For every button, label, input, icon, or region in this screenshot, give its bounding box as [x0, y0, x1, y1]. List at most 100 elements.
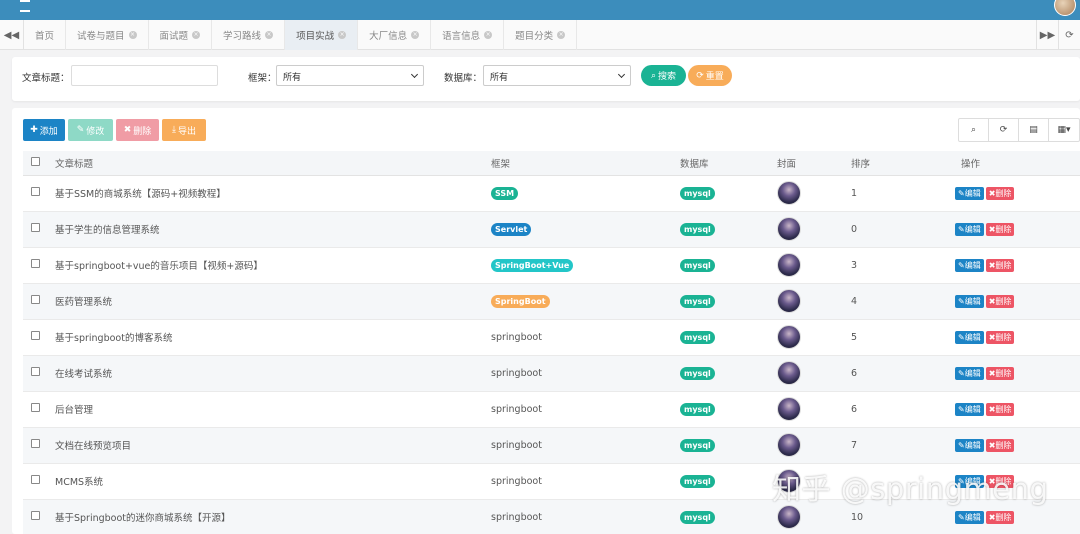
tab-scroll-right-icon[interactable]: ▶▶	[1036, 20, 1058, 50]
column-header-order[interactable]: 排序	[851, 151, 955, 176]
column-header-framework[interactable]: 框架	[491, 151, 680, 176]
row-checkbox[interactable]	[31, 295, 40, 304]
table-row[interactable]: 医药管理系统 SpringBoot mysql 4 ✎编辑 ✖删除	[23, 283, 1080, 319]
row-delete-button[interactable]: ✖删除	[985, 294, 1015, 308]
row-checkbox[interactable]	[31, 259, 40, 268]
row-order: 6	[851, 367, 858, 379]
cover-image[interactable]	[777, 325, 801, 349]
row-checkbox[interactable]	[31, 403, 40, 412]
row-checkbox[interactable]	[31, 187, 40, 196]
close-tab-icon[interactable]: ×	[265, 31, 274, 39]
row-edit-button[interactable]: ✎编辑	[955, 258, 984, 272]
column-header-database[interactable]: 数据库	[680, 151, 777, 176]
table-row[interactable]: 基于SSM的商城系统【源码+视频教程】 SSM mysql 1 ✎编辑 ✖删除	[23, 175, 1080, 211]
title-filter-input[interactable]	[71, 65, 218, 86]
close-tab-icon[interactable]: ×	[411, 31, 420, 39]
columns-icon[interactable]: ▦▾	[1049, 119, 1079, 141]
edit-icon: ✎	[958, 368, 965, 378]
row-checkbox[interactable]	[31, 475, 40, 484]
cover-image[interactable]	[777, 433, 801, 457]
tab-item[interactable]: 题目分类 ×	[504, 20, 578, 50]
edit-button[interactable]: ✎ 修改	[68, 119, 113, 141]
row-delete-button[interactable]: ✖删除	[985, 366, 1015, 380]
row-checkbox[interactable]	[31, 223, 40, 232]
toggle-view-icon[interactable]: ▤	[1019, 119, 1049, 141]
tab-item[interactable]: 学习路线 ×	[212, 20, 286, 50]
close-tab-icon[interactable]: ×	[128, 31, 137, 39]
row-order: 3	[851, 259, 858, 271]
tab-item[interactable]: 试卷与题目 ×	[66, 20, 149, 50]
row-edit-button[interactable]: ✎编辑	[955, 366, 984, 380]
edit-icon: ✎	[958, 404, 965, 414]
row-delete-button[interactable]: ✖删除	[985, 330, 1015, 344]
select-all-checkbox[interactable]	[31, 156, 40, 166]
row-checkbox[interactable]	[31, 511, 40, 520]
row-delete-button[interactable]: ✖删除	[985, 438, 1015, 452]
table-row[interactable]: 文档在线预览项目 springboot mysql 7 ✎编辑 ✖删除	[23, 427, 1080, 463]
refresh-tab-icon[interactable]: ⟳	[1058, 20, 1080, 50]
cover-image[interactable]	[777, 505, 801, 529]
framework-filter-select[interactable]: 所有	[276, 65, 424, 86]
reset-button[interactable]: ⟳ 重置	[688, 65, 732, 86]
row-delete-button[interactable]: ✖删除	[985, 402, 1015, 416]
table-row[interactable]: 后台管理 springboot mysql 6 ✎编辑 ✖删除	[23, 391, 1080, 427]
refresh-icon[interactable]: ⟳	[989, 119, 1019, 141]
cover-image[interactable]	[777, 253, 801, 277]
tab-item[interactable]: 面试题 ×	[149, 20, 213, 50]
close-tab-icon[interactable]: ×	[484, 31, 493, 39]
edit-icon: ✎	[76, 125, 85, 135]
column-header-actions: 操作	[955, 151, 1080, 176]
row-title: 基于Springboot的迷你商城系统【开源】	[55, 513, 231, 524]
search-button[interactable]: ⌕ 搜索	[641, 65, 686, 86]
cover-image[interactable]	[777, 289, 801, 313]
database-filter-select[interactable]: 所有	[483, 65, 631, 86]
framework-badge: Servlet	[491, 222, 532, 236]
hamburger-icon[interactable]	[20, 0, 32, 12]
tab-list: 首页 试卷与题目 × 面试题 × 学习路线 × 项目实战 × 大厂信息 × 语言信息 × 题目分类 ×	[24, 20, 578, 50]
row-edit-button[interactable]: ✎编辑	[955, 510, 984, 524]
cover-image[interactable]	[777, 217, 801, 241]
row-checkbox[interactable]	[31, 331, 40, 340]
plus-icon: ✚	[30, 125, 38, 135]
avatar[interactable]	[1054, 0, 1076, 16]
row-edit-button[interactable]: ✎编辑	[955, 186, 984, 200]
add-button[interactable]: ✚ 添加	[23, 119, 65, 141]
framework-badge: springboot	[491, 475, 542, 487]
table-row[interactable]: 在线考试系统 springboot mysql 6 ✎编辑 ✖删除	[23, 355, 1080, 391]
row-order: 6	[851, 403, 858, 415]
table-row[interactable]: 基于springboot的博客系统 springboot mysql 5 ✎编辑 ✖删除	[23, 319, 1080, 355]
tab-item[interactable]: 大厂信息 ×	[358, 20, 432, 50]
close-tab-icon[interactable]: ×	[338, 31, 347, 39]
tab-item[interactable]: 项目实战 ×	[285, 20, 359, 50]
close-tab-icon[interactable]: ×	[557, 31, 566, 39]
search-icon[interactable]: ⌕	[959, 119, 989, 141]
column-header-title[interactable]: 文章标题	[55, 151, 491, 176]
cover-image[interactable]	[777, 397, 801, 421]
row-edit-button[interactable]: ✎编辑	[955, 438, 984, 452]
row-checkbox[interactable]	[31, 367, 40, 376]
row-edit-button[interactable]: ✎编辑	[955, 222, 984, 236]
framework-badge: springboot	[491, 367, 542, 379]
row-order: 4	[851, 295, 858, 307]
close-tab-icon[interactable]: ×	[192, 31, 201, 39]
row-delete-button[interactable]: ✖删除	[985, 222, 1015, 236]
row-edit-button[interactable]: ✎编辑	[955, 402, 984, 416]
column-header-cover[interactable]: 封面	[777, 151, 851, 176]
export-button[interactable]: ⤓ 导出	[162, 119, 206, 141]
search-icon: ⌕	[650, 70, 657, 81]
row-edit-button[interactable]: ✎编辑	[955, 330, 984, 344]
cover-image[interactable]	[777, 181, 801, 205]
row-delete-button[interactable]: ✖删除	[985, 186, 1015, 200]
reset-icon: ⟳	[696, 70, 704, 81]
row-checkbox[interactable]	[31, 439, 40, 448]
table-row[interactable]: 基于springboot+vue的音乐项目【视频+源码】 SpringBoot+V…	[23, 247, 1080, 283]
delete-button[interactable]: ✖ 删除	[116, 119, 159, 141]
cover-image[interactable]	[777, 361, 801, 385]
tab-item[interactable]: 语言信息 ×	[431, 20, 505, 50]
row-delete-button[interactable]: ✖删除	[985, 510, 1015, 524]
tab-scroll-left-icon[interactable]: ◀◀	[0, 20, 24, 50]
tab-item[interactable]: 首页	[24, 20, 67, 50]
table-row[interactable]: 基于学生的信息管理系统 Servlet mysql 0 ✎编辑 ✖删除	[23, 211, 1080, 247]
row-delete-button[interactable]: ✖删除	[985, 258, 1015, 272]
row-edit-button[interactable]: ✎编辑	[955, 294, 984, 308]
